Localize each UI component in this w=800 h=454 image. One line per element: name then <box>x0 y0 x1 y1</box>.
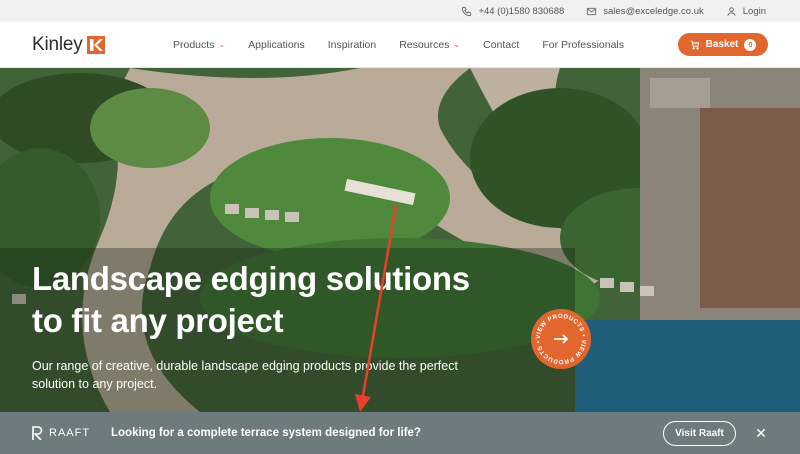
main-nav: Kinley Products ⌄ Applications Inspirati… <box>0 22 800 68</box>
raaft-logo: RAAFT <box>32 426 111 440</box>
phone-link[interactable]: +44 (0)1580 830688 <box>461 6 564 17</box>
nav-item-label: Products <box>173 38 215 51</box>
chevron-down-icon: ⌄ <box>218 40 226 49</box>
nav-item-applications[interactable]: Applications <box>248 39 305 51</box>
nav-item-for-professionals[interactable]: For Professionals <box>542 39 624 51</box>
logo-text: Kinley <box>32 33 83 55</box>
view-products-badge[interactable]: VIEW PRODUCTS • VIEW PRODUCTS • <box>530 308 592 370</box>
phone-icon <box>462 6 472 16</box>
basket-label: Basket <box>705 39 739 50</box>
nav-item-products[interactable]: Products ⌄ <box>173 39 225 51</box>
nav-item-label: For Professionals <box>542 38 625 51</box>
hero-subtitle: Our range of creative, durable landscape… <box>32 357 502 393</box>
kinley-k-mark-icon <box>86 35 105 54</box>
chevron-down-icon: ⌄ <box>453 40 461 49</box>
hero-title-line-2: to fit any project <box>32 302 284 339</box>
hero-subtitle-line-2: solution to any project. <box>32 377 158 391</box>
visit-raaft-button[interactable]: Visit Raaft <box>663 420 736 446</box>
email-link[interactable]: sales@exceledge.co.uk <box>586 5 704 17</box>
nav-menu: Products ⌄ Applications Inspiration Reso… <box>173 39 624 51</box>
hero-subtitle-line-1: Our range of creative, durable landscape… <box>32 359 458 373</box>
nav-item-label: Contact <box>483 38 520 51</box>
raaft-r-mark-icon <box>32 426 43 440</box>
hero-title-line-1: Landscape edging solutions <box>32 260 470 297</box>
login-link[interactable]: Login <box>726 6 766 17</box>
raaft-promo-message: Looking for a complete terrace system de… <box>111 427 421 439</box>
cart-icon <box>690 40 700 49</box>
nav-item-label: Applications <box>248 38 305 51</box>
nav-item-contact[interactable]: Contact <box>483 39 519 51</box>
user-icon <box>727 6 736 16</box>
phone-number: +44 (0)1580 830688 <box>478 5 565 17</box>
utility-bar: +44 (0)1580 830688 sales@exceledge.co.uk… <box>0 0 800 22</box>
nav-item-label: Inspiration <box>327 38 377 51</box>
nav-item-resources[interactable]: Resources ⌄ <box>399 39 460 51</box>
raaft-promo-banner: RAAFT Looking for a complete terrace sys… <box>0 412 800 454</box>
hero-section: Landscape edging solutions to fit any pr… <box>0 68 800 412</box>
basket-button[interactable]: Basket 0 <box>678 33 768 56</box>
login-label: Login <box>742 5 766 17</box>
close-banner-button[interactable]: ✕ <box>754 425 768 442</box>
nav-item-label: Resources <box>399 38 450 51</box>
basket-count-badge: 0 <box>744 38 757 51</box>
hero-title: Landscape edging solutions to fit any pr… <box>32 258 532 342</box>
email-address: sales@exceledge.co.uk <box>603 5 704 17</box>
mail-icon <box>587 7 597 15</box>
nav-item-inspiration[interactable]: Inspiration <box>328 39 376 51</box>
teal-feature-block <box>575 320 800 412</box>
raaft-logo-text: RAAFT <box>49 427 91 439</box>
kinley-logo[interactable]: Kinley <box>32 34 152 56</box>
